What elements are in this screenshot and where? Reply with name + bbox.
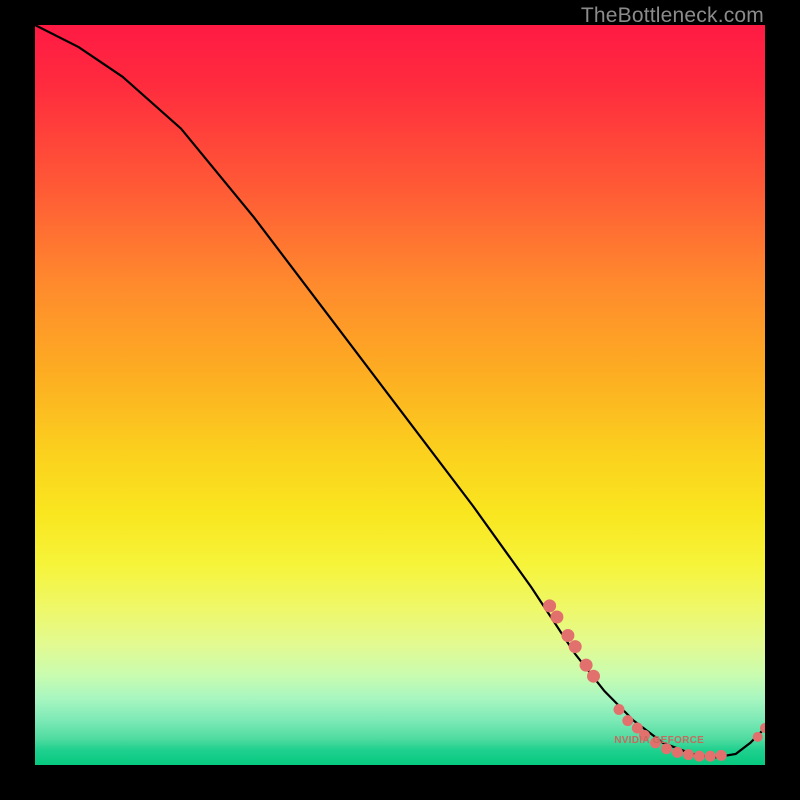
data-point [614,704,625,715]
highlight-cluster-right [753,723,765,742]
plot-area: NVIDIA GEFORCE [35,25,765,765]
chart-svg: NVIDIA GEFORCE [35,25,765,765]
data-point [550,611,563,624]
data-point [705,751,716,762]
bottleneck-curve [35,25,765,758]
data-point [543,599,556,612]
data-point [569,640,582,653]
highlight-cluster-upper [543,599,600,682]
data-point [587,670,600,683]
data-point [753,732,763,742]
data-point [683,749,694,760]
highlight-cluster-lower [614,704,727,762]
chart-frame: TheBottleneck.com NVIDIA GEFORCE [0,0,800,800]
data-point [716,750,727,761]
data-point [672,747,683,758]
data-point [580,659,593,672]
gpu-annotation: NVIDIA GEFORCE [614,735,704,746]
data-point [694,751,705,762]
data-point [561,629,574,642]
data-point [622,715,633,726]
